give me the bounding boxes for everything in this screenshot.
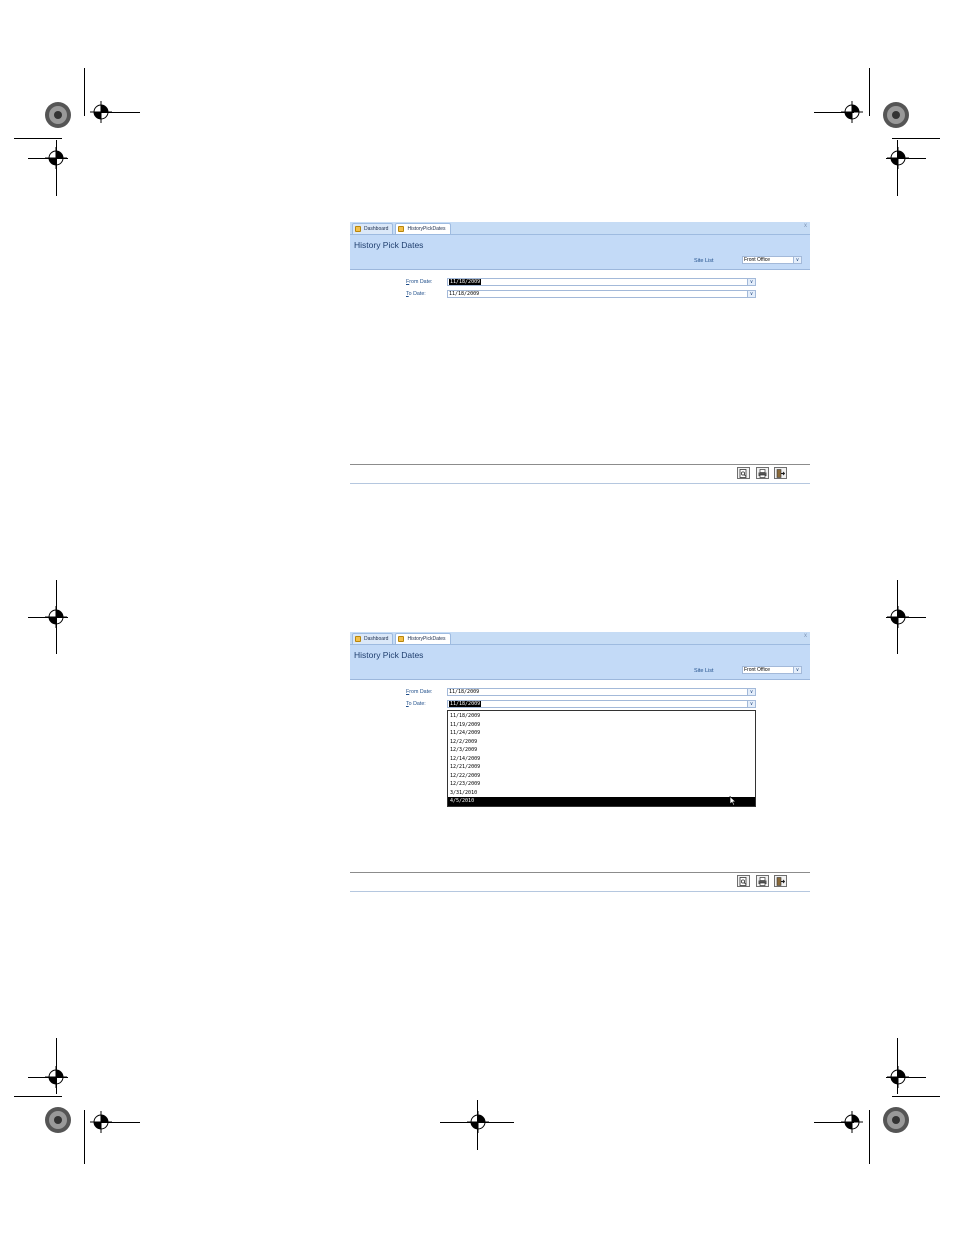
form-icon: [398, 226, 405, 232]
page-title: History Pick Dates: [354, 240, 424, 250]
dropdown-option[interactable]: 11/24/2009: [448, 729, 755, 738]
tab-label: Dashboard: [364, 226, 389, 232]
registration-rosette-icon: [882, 101, 910, 129]
to-date-value: 11/18/2009: [449, 291, 480, 297]
dropdown-option[interactable]: 3/31/2010: [448, 789, 755, 798]
preview-button[interactable]: [737, 875, 750, 887]
form-header: History Pick Dates Site List Front Offic…: [350, 645, 810, 680]
chevron-down-icon[interactable]: ∨: [747, 701, 755, 707]
form-body: From Date: 11/18/2009 ∨ To Date: 11/18/2…: [350, 270, 810, 466]
form-icon: [398, 636, 405, 642]
form-footer-toolbar: [350, 464, 810, 484]
preview-icon: [739, 876, 747, 886]
dropdown-option[interactable]: 11/19/2009: [448, 721, 755, 730]
registration-rosette-icon: [44, 1106, 72, 1134]
tab-label: Dashboard: [364, 636, 389, 642]
dropdown-option[interactable]: 11/18/2009: [448, 712, 755, 721]
chevron-down-icon[interactable]: ∨: [793, 667, 801, 673]
close-icon[interactable]: x: [804, 223, 807, 229]
site-list-label: Site List: [694, 258, 714, 264]
tab-history-pick-dates[interactable]: HistoryPickDates: [395, 223, 451, 234]
tab-label: HistoryPickDates: [407, 226, 446, 232]
document-tab-bar: Dashboard HistoryPickDates x: [350, 632, 810, 645]
dropdown-option[interactable]: 12/23/2009: [448, 780, 755, 789]
to-date-value: 11/18/2009: [449, 701, 482, 707]
from-date-value: 11/18/2009: [449, 279, 482, 285]
dropdown-option[interactable]: 12/2/2009: [448, 738, 755, 747]
to-date-dropdown-list[interactable]: 11/18/2009 11/19/2009 11/24/2009 12/2/2009 1…: [447, 710, 756, 807]
exit-button[interactable]: [774, 467, 787, 479]
exit-icon: [776, 468, 785, 478]
history-pick-dates-form: Dashboard HistoryPickDates x History Pic…: [350, 222, 810, 484]
tab-label: HistoryPickDates: [407, 636, 446, 642]
form-icon: [355, 636, 361, 642]
tab-dashboard[interactable]: Dashboard: [352, 223, 394, 234]
dropdown-option[interactable]: 12/21/2009: [448, 763, 755, 772]
tab-dashboard[interactable]: Dashboard: [352, 633, 394, 644]
mouse-pointer-icon: [729, 796, 737, 806]
registration-rosette-icon: [882, 1106, 910, 1134]
to-date-combo[interactable]: 11/18/2009 ∨: [447, 290, 756, 298]
form-header: History Pick Dates Site List Front Offic…: [350, 235, 810, 270]
chevron-down-icon[interactable]: ∨: [747, 689, 755, 695]
print-icon: [758, 468, 767, 478]
from-date-value: 11/18/2009: [449, 689, 480, 695]
chevron-down-icon[interactable]: ∨: [793, 257, 801, 263]
from-date-combo[interactable]: 11/18/2009 ∨: [447, 688, 756, 696]
chevron-down-icon[interactable]: ∨: [747, 291, 755, 297]
dropdown-option[interactable]: 12/3/2009: [448, 746, 755, 755]
form-icon: [355, 226, 361, 232]
form-footer-toolbar: [350, 872, 810, 892]
print-icon: [758, 876, 767, 886]
to-date-combo[interactable]: 11/18/2009 ∨: [447, 700, 756, 708]
site-list-select[interactable]: Front Office ∨: [742, 666, 802, 674]
print-button[interactable]: [756, 467, 769, 479]
form-body: From Date: 11/18/2009 ∨ To Date: 11/18/2…: [350, 680, 810, 873]
to-date-label: To Date:: [406, 291, 426, 297]
dropdown-option[interactable]: 4/5/2010: [448, 797, 755, 806]
from-date-combo[interactable]: 11/18/2009 ∨: [447, 278, 756, 286]
from-date-label: From Date:: [406, 689, 433, 695]
to-date-label: To Date:: [406, 701, 426, 707]
history-pick-dates-form-dropdown: Dashboard HistoryPickDates x History Pic…: [350, 632, 810, 892]
print-button[interactable]: [756, 875, 769, 887]
preview-icon: [739, 468, 747, 478]
document-tab-bar: Dashboard HistoryPickDates x: [350, 222, 810, 235]
page-title: History Pick Dates: [354, 650, 424, 660]
close-icon[interactable]: x: [804, 633, 807, 639]
preview-button[interactable]: [737, 467, 750, 479]
site-list-value: Front Office: [744, 667, 771, 673]
registration-rosette-icon: [44, 101, 72, 129]
chevron-down-icon[interactable]: ∨: [747, 279, 755, 285]
site-list-value: Front Office: [744, 257, 771, 263]
exit-button[interactable]: [774, 875, 787, 887]
site-list-label: Site List: [694, 668, 714, 674]
from-date-label: From Date:: [406, 279, 433, 285]
exit-icon: [776, 876, 785, 886]
dropdown-option[interactable]: 12/14/2009: [448, 755, 755, 764]
tab-history-pick-dates[interactable]: HistoryPickDates: [395, 633, 451, 644]
site-list-select[interactable]: Front Office ∨: [742, 256, 802, 264]
dropdown-option[interactable]: 12/22/2009: [448, 772, 755, 781]
